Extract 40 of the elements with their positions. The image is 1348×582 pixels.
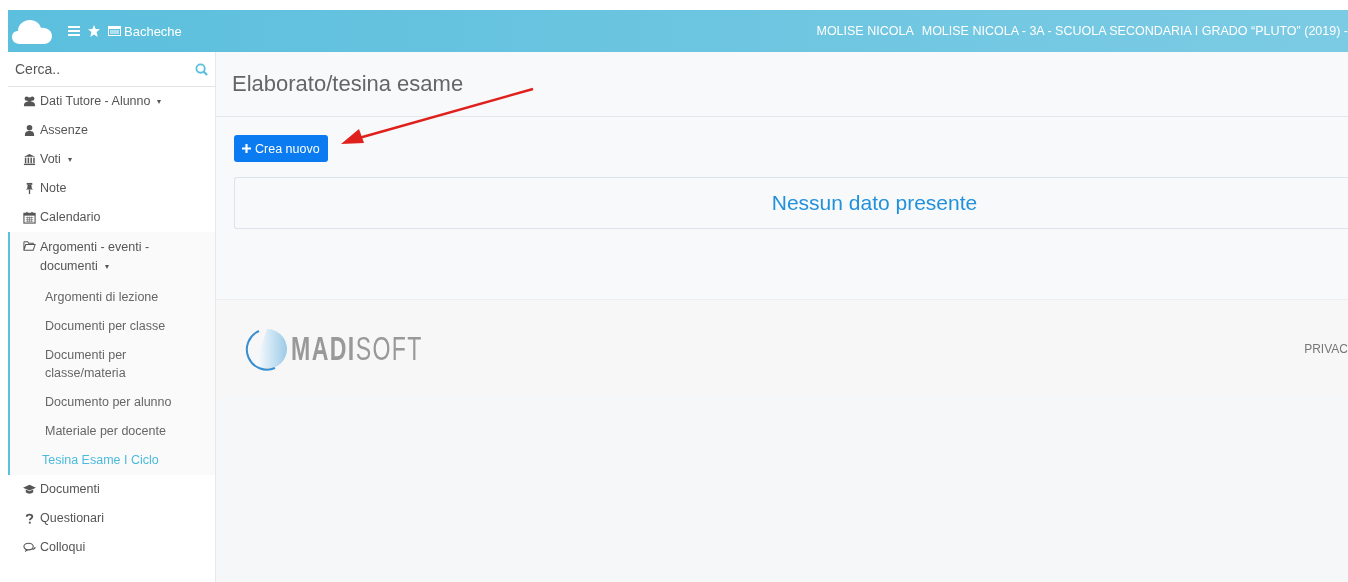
sidebar-item[interactable]: Documenti [8, 475, 215, 504]
users-icon [23, 95, 36, 108]
folder-icon [23, 239, 36, 252]
sidebar-item[interactable]: Voti [8, 145, 215, 174]
empty-message: Nessun dato presente [771, 191, 978, 215]
submenu-item[interactable]: Documento per alunno [10, 388, 215, 417]
cloud-icon[interactable] [12, 18, 52, 44]
submenu-item[interactable]: Documenti per classe [10, 312, 215, 341]
caret-icon [67, 157, 72, 162]
search-icon[interactable] [195, 62, 208, 76]
star-icon[interactable] [88, 25, 100, 37]
sidebar-item[interactable]: Assenze [8, 116, 215, 145]
submenu-item[interactable]: Documenti per classe/materia [10, 341, 215, 388]
question-icon [23, 512, 36, 525]
caret-icon [157, 99, 162, 104]
create-button[interactable]: Crea nuovo [234, 135, 328, 162]
graduation-cap-icon [23, 483, 36, 496]
bank-icon [23, 153, 36, 166]
user-icon [23, 124, 36, 137]
sidebar-item[interactable]: Argomenti - eventi - documenti [10, 232, 215, 283]
board-icon [108, 26, 121, 36]
sidebar-item[interactable]: Questionari [8, 504, 215, 533]
menu-icon[interactable] [68, 26, 80, 36]
sidebar-item[interactable]: Calendario [8, 203, 215, 232]
sidebar-item[interactable]: Note [8, 174, 215, 203]
logo-text: MADISOFT [291, 329, 423, 368]
sidebar-item[interactable]: Dati Tutore - Alunno [8, 87, 215, 116]
submenu-item[interactable]: Materiale per docente [10, 417, 215, 446]
plus-icon [242, 144, 251, 153]
comments-icon [23, 541, 36, 554]
caret-icon [104, 264, 109, 269]
calendar-icon [23, 211, 36, 224]
submenu-item[interactable]: Argomenti di lezione [10, 283, 215, 312]
user-name: MOLISE NICOLA [816, 24, 914, 38]
logo-icon [245, 326, 289, 371]
sidebar-item[interactable]: Colloqui [8, 533, 215, 562]
search-field[interactable]: Cerca.. [8, 56, 195, 82]
privacy-link[interactable]: PRIVAC [1304, 341, 1348, 356]
class-context: MOLISE NICOLA - 3A - SCUOLA SECONDARIA I GRADO “PLUTO” (2019) - [921, 24, 1348, 38]
page-title: Elaborato/tesina esame [232, 71, 464, 97]
